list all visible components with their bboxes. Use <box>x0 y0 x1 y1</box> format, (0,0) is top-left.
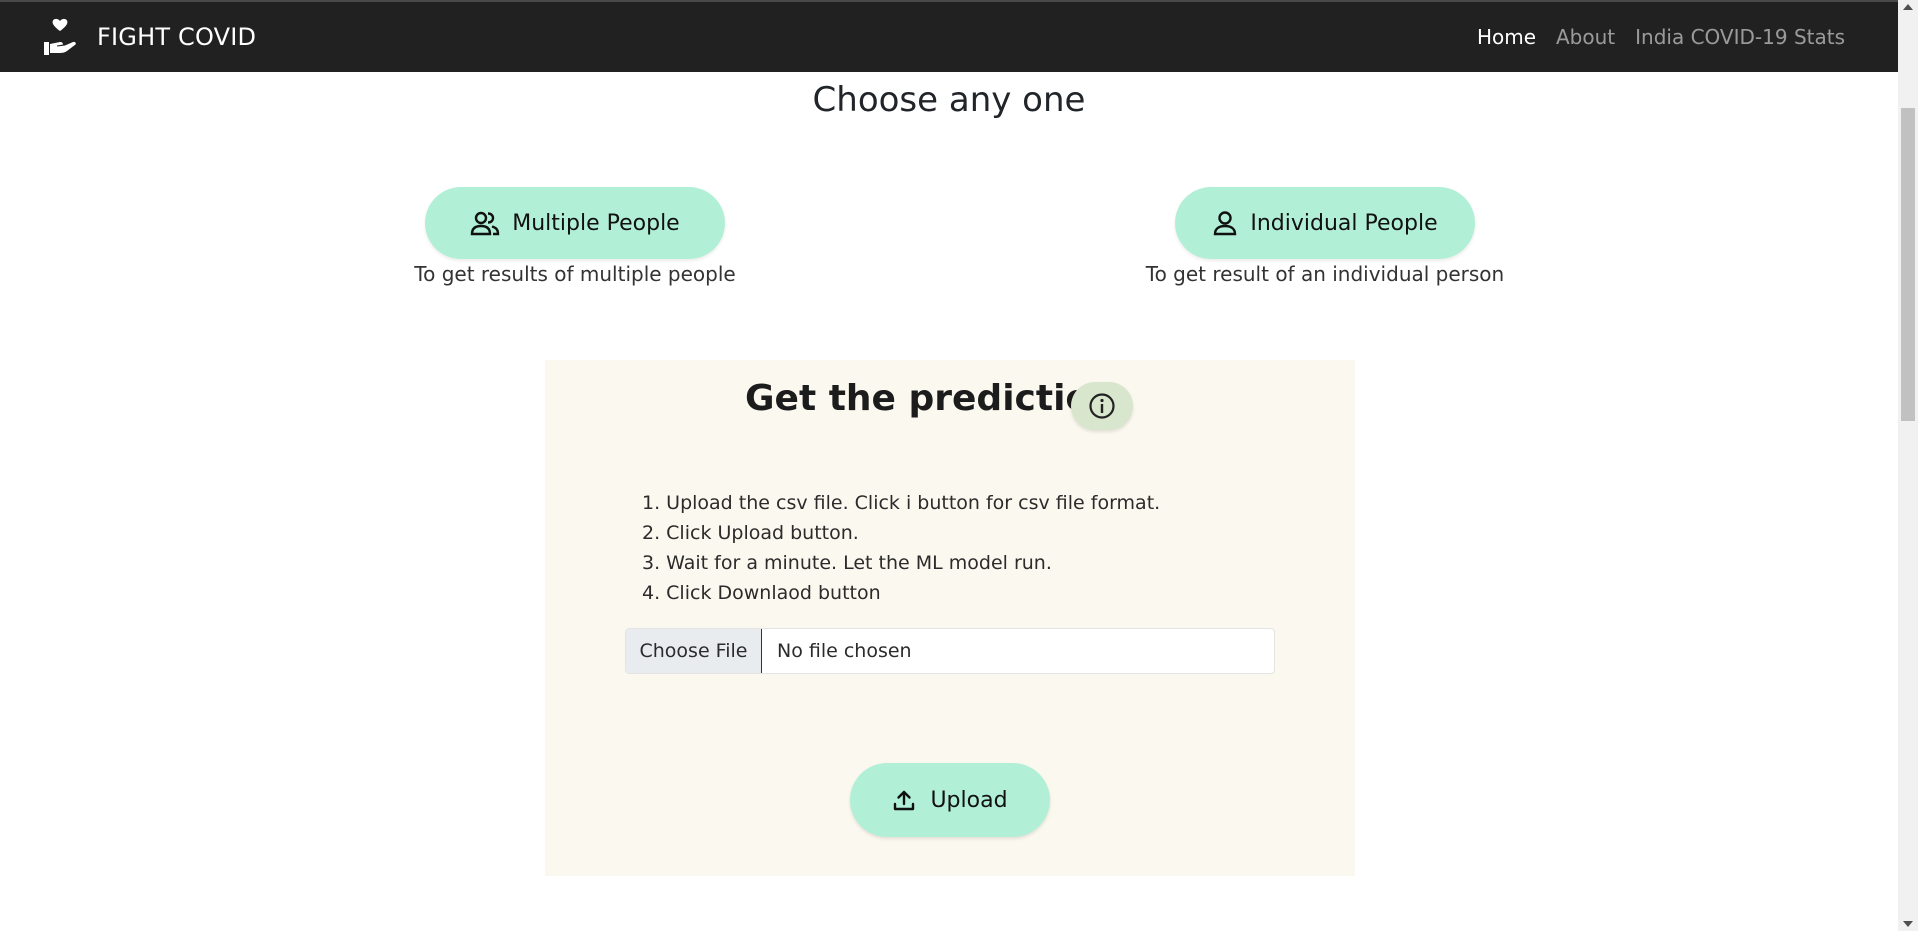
multiple-people-caption: To get results of multiple people <box>414 262 736 286</box>
instruction-step: 4. Click Downlaod button <box>642 582 881 604</box>
scroll-thumb[interactable] <box>1901 108 1915 421</box>
brand[interactable]: FIGHT COVID <box>43 17 256 57</box>
instruction-step: 1. Upload the csv file. Click i button f… <box>642 492 1161 514</box>
scroll-down-arrow-icon[interactable] <box>1903 921 1913 927</box>
brand-name: FIGHT COVID <box>97 23 257 51</box>
page-heading: Choose any one <box>812 80 1086 120</box>
instruction-step: 3. Wait for a minute. Let the ML model r… <box>642 552 1052 574</box>
instructions-list: 1. Upload the csv file. Click i button f… <box>642 488 1160 608</box>
nav-stats-link[interactable]: India COVID-19 Stats <box>1635 25 1845 49</box>
individual-people-caption: To get result of an individual person <box>1145 262 1505 286</box>
hand-holding-heart-icon <box>44 18 76 55</box>
nav-home-link[interactable]: Home <box>1477 25 1536 49</box>
top-navbar: FIGHT COVID Home About India COVID-19 St… <box>0 0 1898 72</box>
individual-people-button[interactable]: Individual People <box>1175 187 1475 259</box>
info-button[interactable] <box>1071 382 1133 430</box>
prediction-card: Get the prediction 1. Upload the csv fil… <box>545 360 1355 876</box>
nav-about-link[interactable]: About <box>1556 25 1615 49</box>
upload-icon <box>894 790 915 811</box>
individual-people-label: Individual People <box>1250 210 1438 236</box>
people-icon <box>471 211 500 236</box>
vertical-scrollbar[interactable] <box>1898 0 1918 931</box>
person-icon <box>1214 211 1237 236</box>
upload-label: Upload <box>930 787 1008 813</box>
nav-links: Home About India COVID-19 Stats <box>1457 2 1845 72</box>
scroll-up-arrow-icon[interactable] <box>1903 4 1913 10</box>
multiple-people-label: Multiple People <box>512 210 680 236</box>
info-icon <box>1089 393 1115 419</box>
upload-button[interactable]: Upload <box>850 763 1050 837</box>
file-status-text: No file chosen <box>777 640 912 662</box>
multiple-people-button[interactable]: Multiple People <box>425 187 725 259</box>
instruction-step: 2. Click Upload button. <box>642 522 859 544</box>
prediction-title: Get the prediction <box>745 378 1116 419</box>
csv-file-input[interactable]: Choose File No file chosen <box>625 628 1275 674</box>
choose-file-button[interactable]: Choose File <box>626 629 762 673</box>
